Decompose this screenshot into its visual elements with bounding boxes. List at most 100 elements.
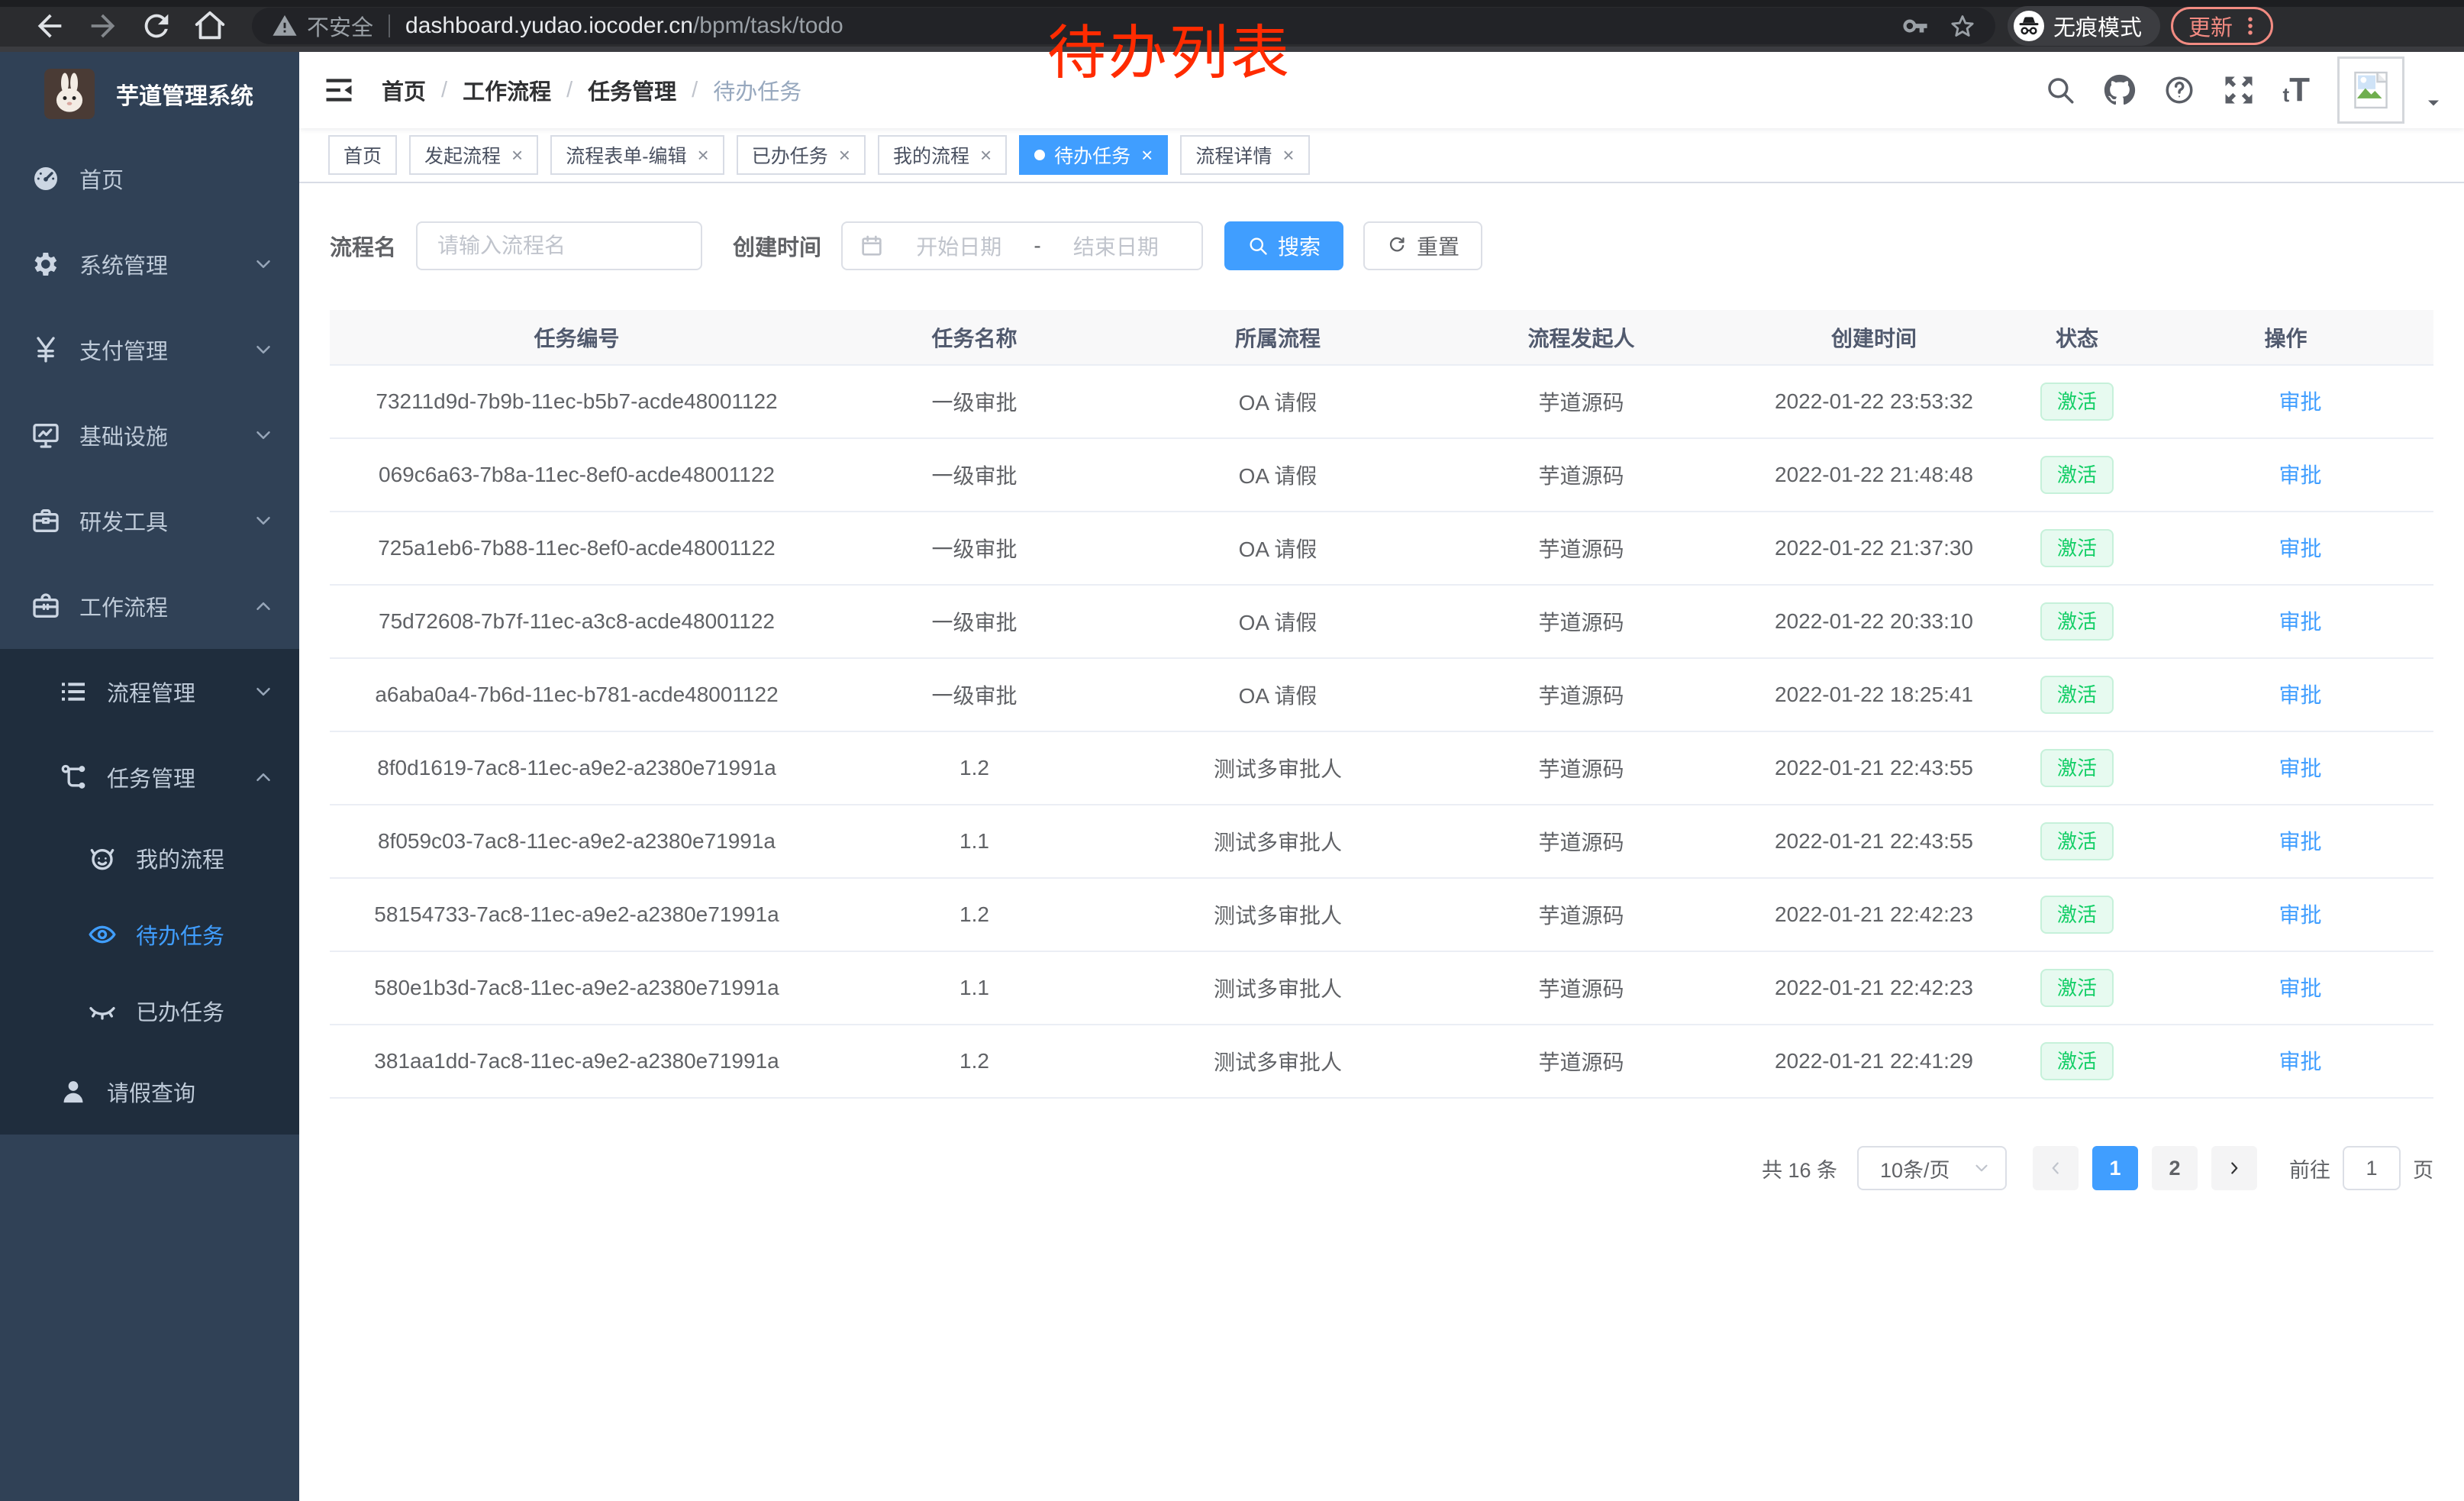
search-button[interactable]: 搜索 <box>1224 221 1343 270</box>
goto-page-input[interactable] <box>2343 1146 2401 1190</box>
font-size-icon[interactable]: tT <box>2282 76 2310 105</box>
breadcrumb-workflow[interactable]: 工作流程 <box>463 74 551 106</box>
tab-首页[interactable]: 首页 <box>328 135 397 175</box>
col-task-name: 任务名称 <box>824 310 1125 365</box>
approve-link[interactable]: 审批 <box>2250 605 2321 636</box>
approve-link[interactable]: 审批 <box>2250 899 2321 929</box>
status-badge: 激活 <box>2040 529 2114 568</box>
close-icon[interactable]: × <box>839 145 850 165</box>
page-button-2[interactable]: 2 <box>2152 1146 2198 1190</box>
cell-created: 2022-01-22 23:53:32 <box>1732 365 2016 438</box>
tab-发起流程[interactable]: 发起流程 × <box>409 135 538 175</box>
chevron-down-icon <box>252 253 275 276</box>
cell-created: 2022-01-21 22:43:55 <box>1732 805 2016 878</box>
prev-page-button[interactable] <box>2033 1146 2079 1190</box>
sidebar-fold-icon[interactable] <box>322 73 356 107</box>
divider <box>389 15 390 37</box>
next-page-button[interactable] <box>2211 1146 2257 1190</box>
security-label[interactable]: 不安全 <box>307 10 373 42</box>
tab-流程表单-编辑[interactable]: 流程表单-编辑 × <box>550 135 724 175</box>
browser-reload-button[interactable] <box>139 8 174 44</box>
sidebar-item-流程管理[interactable]: 流程管理 <box>0 649 299 734</box>
search-icon[interactable] <box>2044 74 2076 106</box>
tab-流程详情[interactable]: 流程详情 × <box>1180 135 1309 175</box>
end-date-placeholder[interactable]: 结束日期 <box>1047 231 1185 261</box>
approve-link[interactable]: 审批 <box>2250 386 2321 416</box>
close-icon[interactable]: × <box>1141 145 1153 165</box>
key-icon[interactable] <box>1902 13 1928 39</box>
refresh-icon <box>1386 235 1408 257</box>
url-text[interactable]: dashboard.yudao.iocoder.cn/bpm/task/todo <box>405 13 843 39</box>
close-icon[interactable]: × <box>980 145 992 165</box>
cell-starter: 芋道源码 <box>1430 658 1732 731</box>
close-icon[interactable]: × <box>1282 145 1294 165</box>
update-button[interactable]: 更新 <box>2171 7 2273 45</box>
cell-task-id: 58154733-7ac8-11ec-a9e2-a2380e71991a <box>330 878 824 951</box>
eye-icon <box>87 919 118 950</box>
sidebar-item-待办任务[interactable]: 待办任务 <box>0 896 299 973</box>
fullscreen-icon[interactable] <box>2223 74 2255 106</box>
sidebar-item-系统管理[interactable]: 系统管理 <box>0 221 299 307</box>
cell-starter: 芋道源码 <box>1430 805 1732 878</box>
cell-created: 2022-01-22 20:33:10 <box>1732 585 2016 658</box>
cell-task-id: 75d72608-7b7f-11ec-a3c8-acde48001122 <box>330 585 824 658</box>
date-range-picker[interactable]: 开始日期 - 结束日期 <box>841 221 1203 270</box>
approve-link[interactable]: 审批 <box>2250 1045 2321 1076</box>
cell-created: 2022-01-21 22:43:55 <box>1732 731 2016 805</box>
reset-button[interactable]: 重置 <box>1363 221 1482 270</box>
cell-starter: 芋道源码 <box>1430 731 1732 805</box>
tab-label: 已办任务 <box>752 141 828 169</box>
sidebar-item-请假查询[interactable]: 请假查询 <box>0 1049 299 1135</box>
breadcrumb-task-mgmt[interactable]: 任务管理 <box>588 74 676 106</box>
sidebar-item-label: 已办任务 <box>136 995 224 1027</box>
sidebar-item-研发工具[interactable]: 研发工具 <box>0 478 299 563</box>
tab-已办任务[interactable]: 已办任务 × <box>737 135 866 175</box>
table-row: 580e1b3d-7ac8-11ec-a9e2-a2380e71991a 1.1… <box>330 951 2433 1025</box>
cell-task-id: 381aa1dd-7ac8-11ec-a9e2-a2380e71991a <box>330 1025 824 1098</box>
app-logo[interactable]: 芋道管理系统 <box>0 52 299 136</box>
approve-link[interactable]: 审批 <box>2250 459 2321 489</box>
browser-home-button[interactable] <box>192 8 227 44</box>
sidebar-item-label: 支付管理 <box>79 334 168 366</box>
tab-我的流程[interactable]: 我的流程 × <box>878 135 1007 175</box>
cell-process: 测试多审批人 <box>1125 731 1430 805</box>
sidebar-item-我的流程[interactable]: 我的流程 <box>0 820 299 896</box>
process-name-input[interactable] <box>416 221 702 270</box>
cell-task-name: 1.2 <box>824 1025 1125 1098</box>
star-icon[interactable] <box>1950 13 1975 39</box>
tab-label: 流程表单-编辑 <box>566 141 686 169</box>
more-vertical-icon[interactable] <box>2239 15 2262 37</box>
cell-process: 测试多审批人 <box>1125 1025 1430 1098</box>
approve-link[interactable]: 审批 <box>2250 825 2321 856</box>
sidebar-item-已办任务[interactable]: 已办任务 <box>0 973 299 1049</box>
tags-view: 首页 发起流程 × 流程表单-编辑 × 已办任务 × 我的流程 × 待办任务 ×… <box>299 128 2464 183</box>
browser-back-button[interactable] <box>32 8 67 44</box>
close-icon[interactable]: × <box>698 145 709 165</box>
gear-icon <box>31 249 61 279</box>
sidebar-item-支付管理[interactable]: 支付管理 <box>0 307 299 392</box>
question-icon[interactable] <box>2163 74 2195 106</box>
cell-task-id: 725a1eb6-7b88-11ec-8ef0-acde48001122 <box>330 512 824 585</box>
sidebar-item-首页[interactable]: 首页 <box>0 136 299 221</box>
github-icon[interactable] <box>2104 74 2136 106</box>
sidebar-item-任务管理[interactable]: 任务管理 <box>0 734 299 820</box>
close-icon[interactable]: × <box>511 145 523 165</box>
approve-link[interactable]: 审批 <box>2250 679 2321 709</box>
tab-待办任务[interactable]: 待办任务 × <box>1019 135 1168 175</box>
page-size-select[interactable]: 10条/页 <box>1857 1146 2007 1190</box>
sidebar-item-基础设施[interactable]: 基础设施 <box>0 392 299 478</box>
caret-down-icon[interactable] <box>2423 92 2444 114</box>
status-badge: 激活 <box>2040 822 2114 861</box>
page-button-1[interactable]: 1 <box>2092 1146 2138 1190</box>
start-date-placeholder[interactable]: 开始日期 <box>890 231 1027 261</box>
breadcrumb-home[interactable]: 首页 <box>382 74 426 106</box>
approve-link[interactable]: 审批 <box>2250 532 2321 563</box>
approve-link[interactable]: 审批 <box>2250 752 2321 783</box>
eye-closed-icon <box>87 996 118 1026</box>
sidebar-item-label: 工作流程 <box>79 590 168 622</box>
browser-forward-button[interactable] <box>85 8 121 44</box>
address-bar[interactable]: 不安全 dashboard.yudao.iocoder.cn/bpm/task/… <box>252 8 1995 44</box>
sidebar-item-工作流程[interactable]: 工作流程 <box>0 563 299 649</box>
approve-link[interactable]: 审批 <box>2250 972 2321 1002</box>
avatar[interactable] <box>2337 56 2404 124</box>
